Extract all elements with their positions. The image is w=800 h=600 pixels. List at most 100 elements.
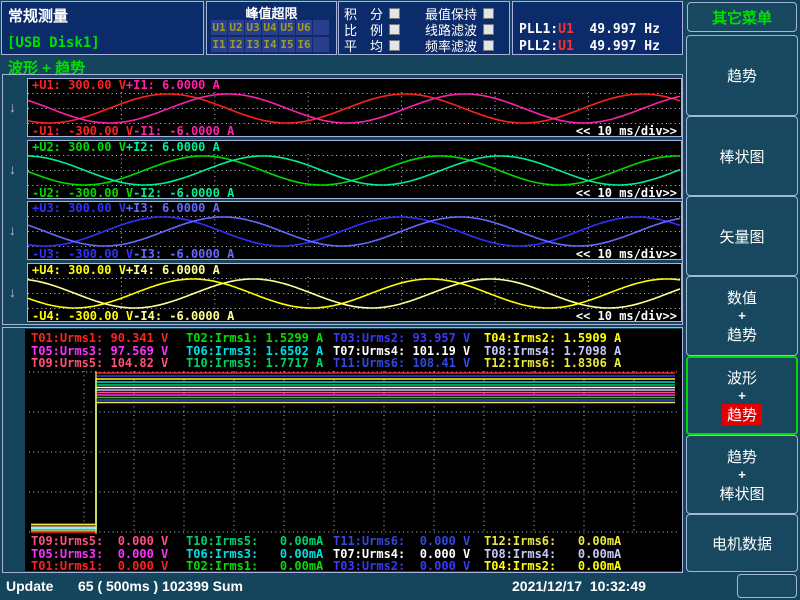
trend-chart-area: T01:Urms1: 90.341 VT02:Irms1: 1.5299 AT0… [25, 329, 682, 571]
trend-cursor-readout: T11:Urms6: 0.000 V [333, 535, 470, 547]
peak-indicator-cell: I1 [211, 37, 227, 52]
waveform-panel-u2: +U2: 300.00 V+I2: 6.0000 A-U2: -300.00 V… [27, 140, 682, 199]
peak-indicator-cell: U6 [296, 20, 312, 35]
trend-current-readout: T06:Irms3: 1.6502 A [186, 345, 323, 357]
trigger-marker-arrow: ↓ [9, 284, 16, 300]
neg-scale-labels: -U3: -300.00 V-I3: -6.0000 A [32, 248, 234, 260]
trigger-marker-arrow: ↓ [9, 222, 16, 238]
sidebar-item-numeric-trend[interactable]: 数值+趋势 [686, 276, 798, 356]
trend-current-readout: T05:Urms3: 97.569 V [31, 345, 168, 357]
trend-cursor-readout: T02:Irms1: 0.00mA [186, 560, 323, 571]
sidebar-item-motor-data[interactable]: 电机数据 [686, 514, 798, 572]
trend-trace-t12 [31, 403, 675, 525]
plus-icon: + [738, 391, 746, 401]
peak-over-limit-block: 峰值超限 U1U2U3U4U5U6 I1I2I3I4I5I6 [206, 1, 337, 55]
sidebar-item-trend[interactable]: 趋势 [686, 35, 798, 116]
plus-icon: + [738, 470, 746, 480]
sidebar-item-trend-bar[interactable]: 趋势+棒状图 [686, 435, 798, 514]
trend-block: T01:Urms1: 90.341 VT02:Irms1: 1.5299 AT0… [2, 327, 683, 573]
waveform-block: +U1: 300.00 V+I1: 6.0000 A -U1: -300.00 V… [2, 74, 683, 325]
freq-filter-checkbox[interactable] [483, 40, 494, 51]
averaging-checkbox[interactable] [389, 40, 400, 51]
menu-item-line: 波形 [727, 367, 757, 388]
trend-current-readout: T08:Irms4: 1.7098 A [484, 345, 621, 357]
peak-indicator-cell: I6 [296, 37, 312, 52]
trend-trace-t11 [31, 400, 675, 525]
timebase-label: << 10 ms/div>> [576, 187, 677, 199]
averaging-label: 平 均 [344, 36, 383, 55]
peak-indicator-cell: I4 [262, 37, 278, 52]
datetime-display: 2021/12/17 10:32:49 [512, 578, 646, 594]
i-scale-top-label: +I2: 6.0000 A [126, 141, 220, 154]
trend-cursor-readout: T10:Irms5: 0.00mA [186, 535, 323, 547]
line-filter-checkbox[interactable] [483, 24, 494, 35]
trigger-marker-arrow: ↓ [9, 99, 16, 115]
pll2-readout: PLL2:U1 49.997 Hz [519, 39, 660, 54]
waveform-plot-u4 [28, 277, 681, 310]
usb-disk-status: [USB Disk1] [7, 35, 100, 51]
waveform-scale-bottom-row: -U4: -300.00 V-I4: -6.0000 A<< 10 ms/div… [28, 310, 681, 322]
trend-trace-t07 [31, 388, 675, 528]
measure-mode-title: 常规测量 [8, 5, 68, 26]
update-counter: 65 ( 500ms ) 102399 Sum [78, 578, 243, 594]
toggle-row-averaging: 平 均 [344, 37, 400, 53]
power-analyzer-screen: 常规测量 [USB Disk1] 峰值超限 U1U2U3U4U5U6 I1I2I… [0, 0, 800, 600]
v-scale-bottom-label: -U2: -300.00 V [32, 186, 133, 199]
v-scale-bottom-label: -U1: -300.00 V [32, 124, 133, 137]
toggle-row-freq-filter: 频率滤波 [425, 37, 494, 53]
scaling-checkbox[interactable] [389, 24, 400, 35]
neg-scale-labels: -U4: -300.00 V-I4: -6.0000 A [32, 310, 234, 322]
sidebar-item-bar-graph[interactable]: 棒状图 [686, 116, 798, 196]
waveform-scale-top-row: +U1: 300.00 V+I1: 6.0000 A [28, 79, 681, 92]
max-hold-checkbox[interactable] [483, 8, 494, 19]
i-scale-top-label: +I3: 6.0000 A [126, 202, 220, 215]
other-menu-label: 其它菜单 [712, 7, 772, 28]
sidebar-item-wave-trend[interactable]: 波形 + 趋势 [686, 356, 798, 435]
menu-item-line: 趋势 [727, 65, 757, 86]
waveform-scale-top-row: +U4: 300.00 V+I4: 6.0000 A [28, 264, 681, 277]
peak-indicator-cell: U5 [279, 20, 295, 35]
trend-trace-t04 [31, 379, 675, 530]
trigger-marker-arrow: ↓ [9, 161, 16, 177]
trend-current-readout: T04:Irms2: 1.5909 A [484, 332, 621, 344]
i-scale-bottom-label: -I2: -6.0000 A [133, 186, 234, 199]
waveform-panel-u3: +U3: 300.00 V+I3: 6.0000 A -U3: -300.00 V… [27, 201, 682, 260]
v-scale-top-label: +U3: 300.00 V [32, 202, 126, 215]
trend-cursor-readout: T12:Irms6: 0.00mA [484, 535, 621, 547]
v-scale-top-label: +U1: 300.00 V [32, 79, 126, 92]
v-scale-bottom-label: -U4: -300.00 V [32, 309, 133, 322]
header-mode-block: 常规测量 [USB Disk1] [1, 1, 204, 55]
trend-cursor-readout: T01:Urms1: 0.000 V [31, 560, 168, 571]
trend-current-readout: T02:Irms1: 1.5299 A [186, 332, 323, 344]
sidebar-footer-box [737, 574, 797, 598]
pll1-frequency: 49.997 Hz [574, 22, 660, 37]
waveform-scale-bottom-row: -U2: -300.00 V-I2: -6.0000 A << 10 ms/div… [28, 187, 681, 199]
trend-current-readout: T09:Urms5: 104.82 V [31, 357, 168, 369]
menu-item-line-highlight: 趋势 [722, 404, 762, 425]
waveform-plot-u3 [28, 215, 681, 248]
integration-checkbox[interactable] [389, 8, 400, 19]
trend-cursor-readout: T03:Urms2: 0.000 V [333, 560, 470, 571]
v-scale-top-label: +U4: 300.00 V [32, 264, 126, 277]
peak-row-u: U1U2U3U4U5U6 [211, 20, 329, 35]
trend-cursor-readout: T09:Urms5: 0.000 V [31, 535, 168, 547]
freq-filter-label: 频率滤波 [425, 36, 477, 55]
trend-cursor-readout: T06:Irms3: 0.00mA [186, 548, 323, 560]
trend-cursor-readout: T05:Urms3: 0.000 V [31, 548, 168, 560]
trend-current-readout: T11:Urms6: 108.41 V [333, 357, 470, 369]
peak-row-i: I1I2I3I4I5I6 [211, 37, 329, 52]
timebase-label: << 10 ms/div>> [576, 248, 677, 260]
neg-scale-labels: -U2: -300.00 V-I2: -6.0000 A [32, 187, 234, 199]
peak-indicator-cell: U2 [228, 20, 244, 35]
trend-trace-t09 [31, 393, 675, 527]
v-scale-bottom-label: -U3: -300.00 V [32, 247, 133, 260]
peak-indicator-cell: I5 [279, 37, 295, 52]
sidebar-item-vector[interactable]: 矢量图 [686, 196, 798, 276]
trend-trace-t05 [31, 395, 675, 529]
trend-cursor-readout: T08:Irms4: 0.00mA [484, 548, 621, 560]
peak-indicator-cell: U1 [211, 20, 227, 35]
menu-item-line: 电机数据 [712, 533, 772, 554]
waveform-panel-u1: +U1: 300.00 V+I1: 6.0000 A -U1: -300.00 V… [27, 78, 682, 137]
other-menu-button[interactable]: 其它菜单 [687, 2, 797, 32]
pll-block: PLL1:U1 49.997 HzPLL2:U1 49.997 Hz [512, 1, 683, 55]
